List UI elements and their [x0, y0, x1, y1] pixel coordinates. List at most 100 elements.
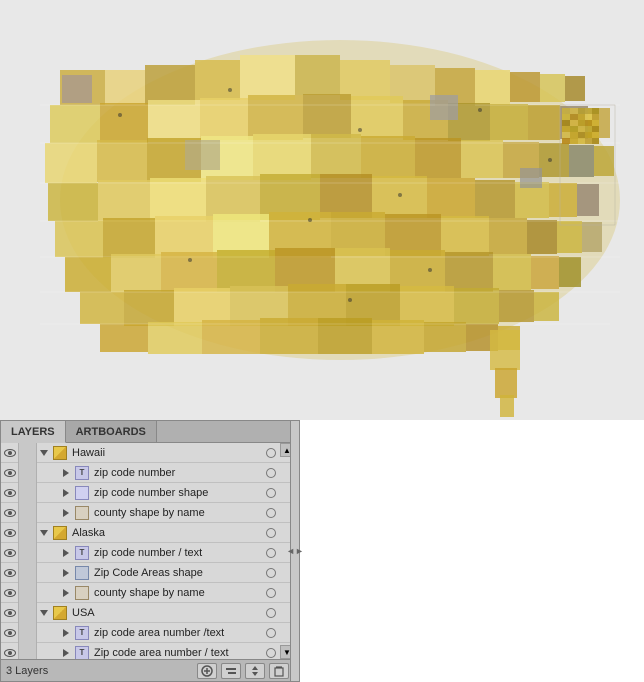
layer-lock-usa[interactable] [19, 603, 37, 623]
layer-expand-hawaii-zip-num[interactable] [59, 463, 73, 483]
layer-target-alaska-zip-num[interactable] [262, 543, 280, 563]
layer-target-usa-zip-area-text[interactable] [262, 623, 280, 643]
chevron-right-icon [63, 549, 69, 557]
layer-target-alaska-zip-areas[interactable] [262, 563, 280, 583]
eye-icon [4, 469, 16, 477]
layer-row-hawaii[interactable]: Hawaii [1, 443, 294, 463]
layer-expand-usa-zip-num-text[interactable] [59, 643, 73, 660]
chevron-right-icon [63, 569, 69, 577]
layer-expand-hawaii-zip-shape[interactable] [59, 483, 73, 503]
layer-visibility-hawaii-zip-num[interactable] [1, 463, 19, 483]
text-icon: T [75, 646, 89, 660]
target-icon [266, 628, 276, 638]
tab-layers[interactable]: LAYERS [1, 421, 66, 443]
layer-row-hawaii-zip-num[interactable]: T zip code number [1, 463, 294, 483]
chevron-down-icon [40, 610, 48, 616]
layer-expand-alaska[interactable] [37, 523, 51, 543]
layer-target-usa[interactable] [262, 603, 280, 623]
layer-icon-hawaii [51, 443, 69, 463]
layers-list[interactable]: Hawaii T zip code number [1, 443, 294, 659]
layer-lock-alaska-zip-areas[interactable] [19, 563, 37, 583]
layer-row-hawaii-zip-shape[interactable]: zip code number shape [1, 483, 294, 503]
layer-row-alaska[interactable]: Alaska [1, 523, 294, 543]
layers-panel: LAYERS ARTBOARDS Hawaii [0, 420, 295, 682]
layer-expand-usa-zip-area-text[interactable] [59, 623, 73, 643]
layer-expand-hawaii-county[interactable] [59, 503, 73, 523]
layer-lock-alaska[interactable] [19, 523, 37, 543]
layer-row-alaska-county[interactable]: county shape by name [1, 583, 294, 603]
layer-name-hawaii: Hawaii [69, 447, 262, 459]
layer-visibility-alaska[interactable] [1, 523, 19, 543]
layer-icon-hawaii-zip-num: T [73, 463, 91, 483]
text-icon: T [75, 626, 89, 640]
layer-lock-hawaii-zip-num[interactable] [19, 463, 37, 483]
group-icon [53, 446, 67, 460]
layer-lock-usa-zip-num-text[interactable] [19, 643, 37, 660]
layer-expand-usa[interactable] [37, 603, 51, 623]
eye-icon [4, 569, 16, 577]
layer-name-usa: USA [69, 607, 262, 619]
layer-expand-alaska-zip-num[interactable] [59, 543, 73, 563]
layer-row-alaska-zip-areas[interactable]: Zip Code Areas shape [1, 563, 294, 583]
chevron-down-icon [40, 530, 48, 536]
layer-expand-hawaii[interactable] [37, 443, 51, 463]
layer-icon-alaska-zip-areas [73, 563, 91, 583]
layer-row-hawaii-county[interactable]: county shape by name [1, 503, 294, 523]
new-layer-button[interactable] [197, 663, 217, 679]
target-icon [266, 648, 276, 658]
new-sublayer-button[interactable] [221, 663, 241, 679]
chevron-right-icon [63, 469, 69, 477]
eye-icon [4, 509, 16, 517]
layer-name-hawaii-zip-shape: zip code number shape [91, 487, 262, 499]
layer-visibility-hawaii[interactable] [1, 443, 19, 463]
layer-row-usa[interactable]: USA [1, 603, 294, 623]
eye-icon [4, 629, 16, 637]
panel-toolbar: 3 Layers [1, 659, 294, 681]
delete-layer-button[interactable] [269, 663, 289, 679]
tab-artboards[interactable]: ARTBOARDS [66, 421, 157, 442]
layer-target-usa-zip-num-text[interactable] [262, 643, 280, 660]
layer-icon-usa [51, 603, 69, 623]
layer-lock-usa-zip-area-text[interactable] [19, 623, 37, 643]
layer-visibility-usa-zip-num-text[interactable] [1, 643, 19, 660]
layer-count-label: 3 Layers [6, 665, 193, 677]
layer-name-hawaii-zip-num: zip code number [91, 467, 262, 479]
layer-row-usa-zip-num-text[interactable]: T Zip code area number / text [1, 643, 294, 659]
layer-expand-alaska-zip-areas[interactable] [59, 563, 73, 583]
layer-name-alaska-zip-areas: Zip Code Areas shape [91, 567, 262, 579]
chevron-right-icon [63, 509, 69, 517]
shape-icon [75, 486, 89, 500]
layer-row-usa-zip-area-text[interactable]: T zip code area number /text [1, 623, 294, 643]
layer-icon-hawaii-zip-shape [73, 483, 91, 503]
layer-target-hawaii[interactable] [262, 443, 280, 463]
layer-target-hawaii-zip-shape[interactable] [262, 483, 280, 503]
move-layer-button[interactable] [245, 663, 265, 679]
layer-visibility-alaska-county[interactable] [1, 583, 19, 603]
layer-icon-alaska [51, 523, 69, 543]
layer-visibility-hawaii-zip-shape[interactable] [1, 483, 19, 503]
eye-icon [4, 589, 16, 597]
eye-icon [4, 529, 16, 537]
layer-lock-hawaii-zip-shape[interactable] [19, 483, 37, 503]
layer-lock-hawaii-county[interactable] [19, 503, 37, 523]
county-icon [75, 506, 89, 520]
layer-row-alaska-zip-num[interactable]: T zip code number / text [1, 543, 294, 563]
layer-visibility-usa[interactable] [1, 603, 19, 623]
layer-visibility-alaska-zip-areas[interactable] [1, 563, 19, 583]
layer-expand-alaska-county[interactable] [59, 583, 73, 603]
layer-target-alaska-county[interactable] [262, 583, 280, 603]
layer-lock-hawaii[interactable] [19, 443, 37, 463]
layer-visibility-hawaii-county[interactable] [1, 503, 19, 523]
layer-target-hawaii-zip-num[interactable] [262, 463, 280, 483]
target-icon [266, 568, 276, 578]
layer-visibility-alaska-zip-num[interactable] [1, 543, 19, 563]
layer-target-hawaii-county[interactable] [262, 503, 280, 523]
layer-visibility-usa-zip-area-text[interactable] [1, 623, 19, 643]
panel-resize-handle[interactable]: ◄► [290, 420, 300, 682]
layer-target-alaska[interactable] [262, 523, 280, 543]
layer-lock-alaska-county[interactable] [19, 583, 37, 603]
layer-name-alaska-zip-num: zip code number / text [91, 547, 262, 559]
target-icon [266, 548, 276, 558]
group-icon [53, 526, 67, 540]
layer-lock-alaska-zip-num[interactable] [19, 543, 37, 563]
